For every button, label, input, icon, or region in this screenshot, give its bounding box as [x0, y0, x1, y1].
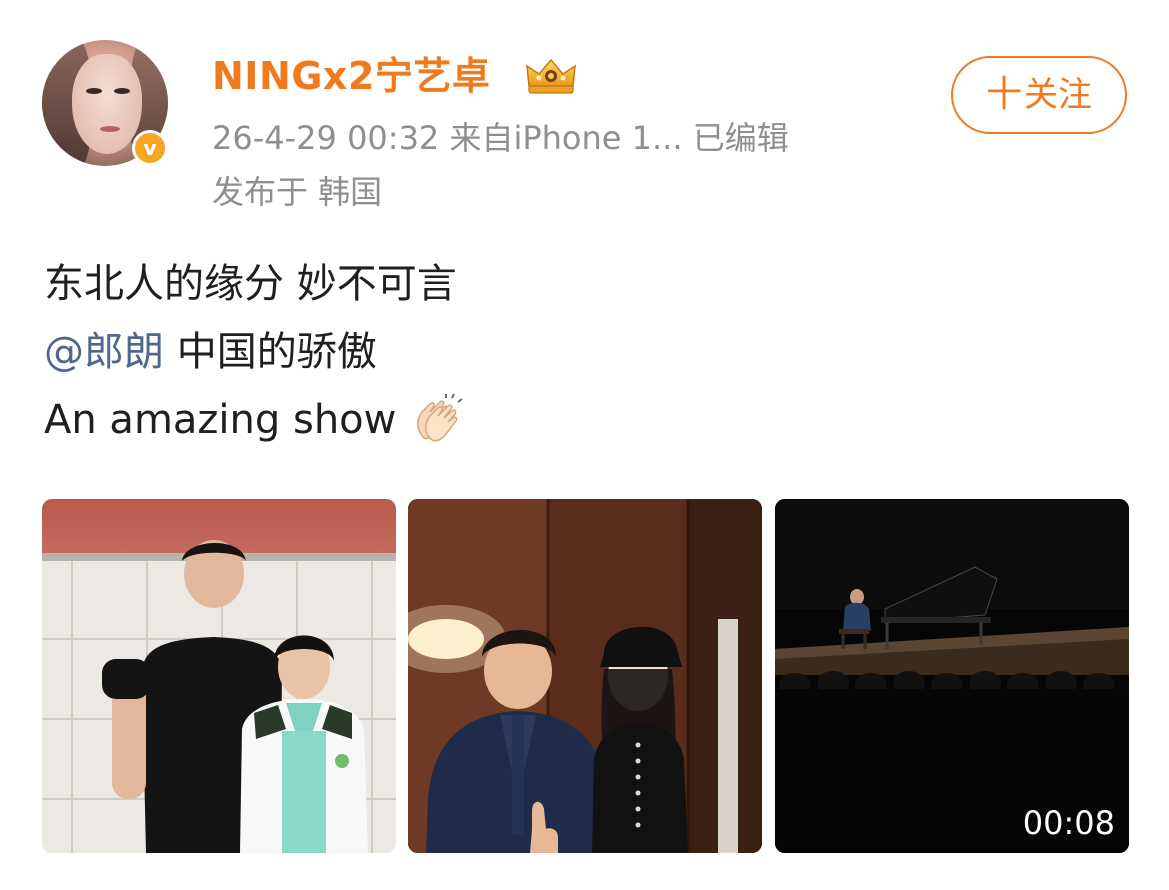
- video-3-scene: [775, 499, 1129, 853]
- media-video-3[interactable]: 00:08: [775, 499, 1129, 853]
- username-link[interactable]: NINGx2宁艺卓: [212, 52, 490, 100]
- photo-1-scene: [42, 540, 396, 853]
- plus-icon: 十: [985, 74, 1022, 115]
- post-text-line-2-rest: 中国的骄傲: [164, 329, 377, 375]
- post-text-line-1: 东北人的缘分 妙不可言: [44, 261, 457, 307]
- avatar-face: [72, 54, 142, 154]
- follow-button[interactable]: 十关注: [951, 56, 1127, 134]
- video-duration: 00:08: [1022, 804, 1115, 842]
- photo-2-scene: [408, 499, 762, 853]
- post-meta: 26-4-29 00:32 来自iPhone 1... 已编辑: [212, 119, 789, 157]
- post-text-line-2: @郎朗 中国的骄傲: [44, 326, 377, 378]
- post-text-line-3-text: An amazing show: [44, 397, 397, 443]
- post-text-line-3: An amazing show: [44, 393, 464, 446]
- post-location: 发布于 韩国: [212, 173, 383, 211]
- mention-link[interactable]: @郎朗: [44, 329, 164, 375]
- media-photo-2[interactable]: [408, 499, 762, 853]
- avatar-eye-left: [86, 88, 102, 94]
- weibo-post-card: v NINGx2宁艺卓 26-4-29 00:32 来自iPhone 1... …: [0, 0, 1169, 890]
- follow-label: 关注: [1024, 75, 1092, 115]
- avatar-mouth: [100, 126, 120, 132]
- avatar-eye-right: [114, 88, 130, 94]
- gold-crown-badge-icon: [526, 58, 576, 94]
- clapping-hands-emoji-icon: [410, 393, 464, 446]
- verified-v-icon: v: [132, 130, 168, 166]
- media-photo-1[interactable]: [42, 499, 396, 853]
